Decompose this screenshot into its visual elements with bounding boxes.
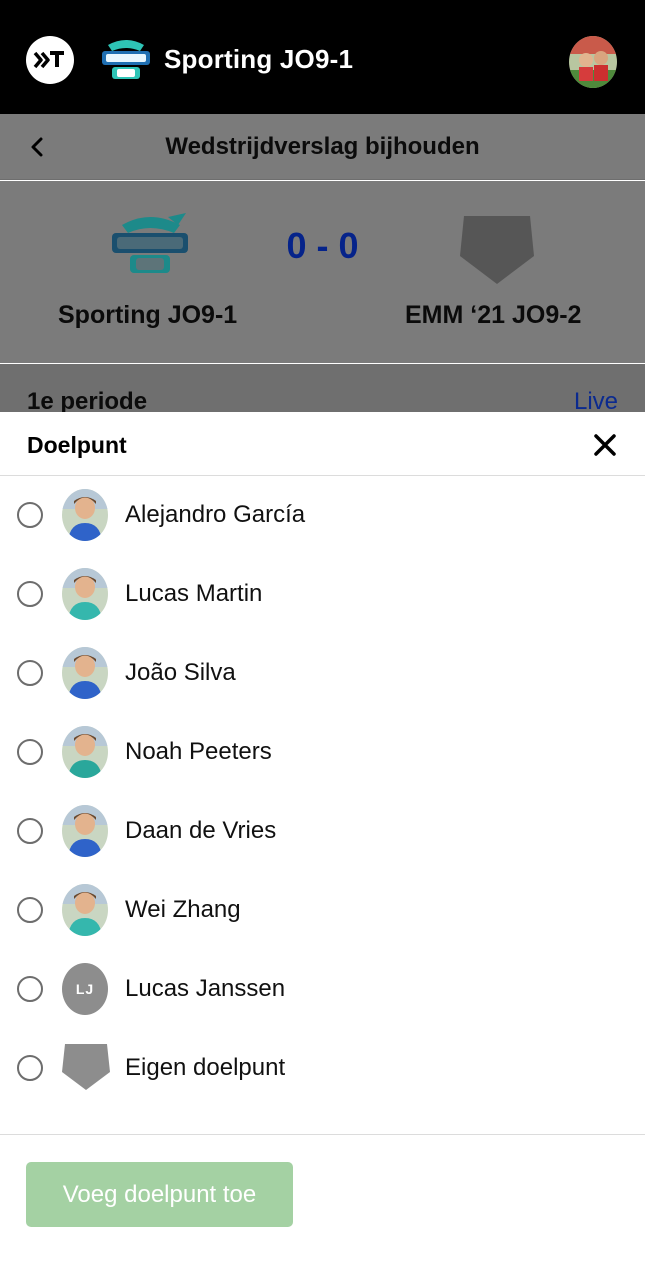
player-avatar xyxy=(62,726,108,778)
player-row[interactable]: João Silva xyxy=(0,634,645,713)
sheet-header: Doelpunt xyxy=(0,412,645,476)
team-logo-icon xyxy=(100,37,152,83)
radio-button[interactable] xyxy=(17,660,43,686)
app-logo-icon[interactable] xyxy=(26,36,74,84)
user-avatar[interactable] xyxy=(569,36,617,88)
player-row[interactable]: Lucas Martin xyxy=(0,555,645,634)
player-name: Daan de Vries xyxy=(125,817,277,844)
player-row[interactable]: LJ Lucas Janssen xyxy=(0,950,645,1029)
player-avatar xyxy=(62,884,108,936)
player-name: Wei Zhang xyxy=(125,896,241,923)
radio-button[interactable] xyxy=(17,818,43,844)
scoreboard: 0 - 0 Sporting JO9-1 EMM ‘21 JO9-2 xyxy=(0,181,645,363)
player-avatar xyxy=(62,805,108,857)
top-app-bar: Sporting JO9-1 xyxy=(0,0,645,114)
player-name: Noah Peeters xyxy=(125,738,272,765)
sheet-title: Doelpunt xyxy=(27,432,127,458)
team-title: Sporting JO9-1 xyxy=(164,44,354,74)
home-team-name: Sporting JO9-1 xyxy=(58,301,238,329)
player-avatar xyxy=(62,489,108,541)
player-row[interactable]: Eigen doelpunt xyxy=(0,1029,645,1108)
radio-button[interactable] xyxy=(17,1055,43,1081)
sub-header: Wedstrijdverslag bijhouden xyxy=(0,114,645,180)
initials-avatar: LJ xyxy=(62,963,108,1015)
add-goal-button[interactable]: Voeg doelpunt toe xyxy=(26,1162,293,1227)
page-title: Wedstrijdverslag bijhouden xyxy=(165,133,480,160)
own-goal-icon xyxy=(60,1042,112,1094)
player-name: Lucas Martin xyxy=(125,580,263,607)
live-link[interactable]: Live xyxy=(574,388,618,412)
player-name: Eigen doelpunt xyxy=(125,1054,286,1081)
player-name: Alejandro García xyxy=(125,501,306,528)
away-team-name: EMM ‘21 JO9-2 xyxy=(405,301,582,329)
away-team-logo-icon xyxy=(458,214,536,286)
goal-bottom-sheet: Doelpunt Alejandro García Lucas Martin Joã… xyxy=(0,412,645,1284)
radio-button[interactable] xyxy=(17,739,43,765)
player-name: João Silva xyxy=(125,659,236,686)
close-icon[interactable] xyxy=(591,431,619,459)
player-avatar xyxy=(62,647,108,699)
match-score: 0 - 0 xyxy=(286,225,359,266)
player-name: Lucas Janssen xyxy=(125,975,286,1002)
radio-button[interactable] xyxy=(17,502,43,528)
radio-button[interactable] xyxy=(17,897,43,923)
radio-button[interactable] xyxy=(17,581,43,607)
radio-button[interactable] xyxy=(17,976,43,1002)
period-label: 1e periode xyxy=(27,388,148,412)
divider xyxy=(0,1134,645,1135)
player-row[interactable]: Daan de Vries xyxy=(0,792,645,871)
player-row[interactable]: Noah Peeters xyxy=(0,713,645,792)
player-row[interactable]: Wei Zhang xyxy=(0,871,645,950)
player-row[interactable]: Alejandro García xyxy=(0,476,645,555)
period-bar: 1e periode Live xyxy=(0,364,645,412)
player-avatar xyxy=(62,568,108,620)
